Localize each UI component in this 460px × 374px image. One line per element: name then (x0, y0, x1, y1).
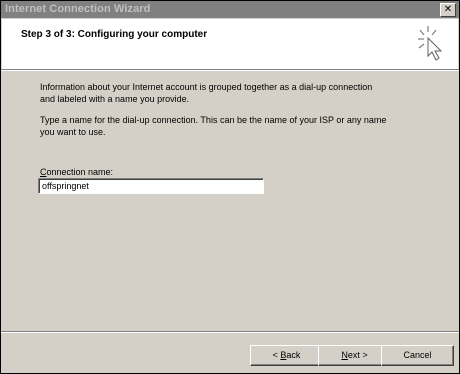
connection-name-input[interactable]: offspringnet (38, 178, 264, 194)
header-separator (1, 69, 459, 71)
wizard-header: Step 3 of 3: Configuring your computer (2, 19, 458, 69)
close-button[interactable]: ✕ (440, 3, 456, 17)
instruction-text-line: you want to use. (40, 127, 106, 137)
info-text-line: Information about your Internet account … (40, 82, 373, 92)
info-text-line: and labeled with a name you provide. (40, 94, 190, 104)
next-label: ext > (347, 350, 368, 360)
label-text: onnection name: (46, 167, 114, 177)
step-title: Step 3 of 3: Configuring your computer (21, 29, 208, 40)
window-title: Internet Connection Wizard (5, 3, 151, 15)
cancel-button[interactable]: Cancel (381, 345, 454, 366)
footer-separator (1, 331, 459, 333)
title-bar[interactable]: Internet Connection Wizard ✕ (1, 1, 459, 18)
connection-name-label: Connection name: (40, 166, 113, 178)
wizard-arrow-icon (418, 26, 443, 61)
wizard-window: Internet Connection Wizard ✕ Step 3 of 3… (0, 0, 460, 374)
back-label: ack (286, 350, 301, 360)
close-icon: ✕ (443, 4, 453, 15)
instruction-text-line: Type a name for the dial-up connection. … (40, 115, 387, 125)
back-button[interactable]: < Back (250, 345, 323, 366)
